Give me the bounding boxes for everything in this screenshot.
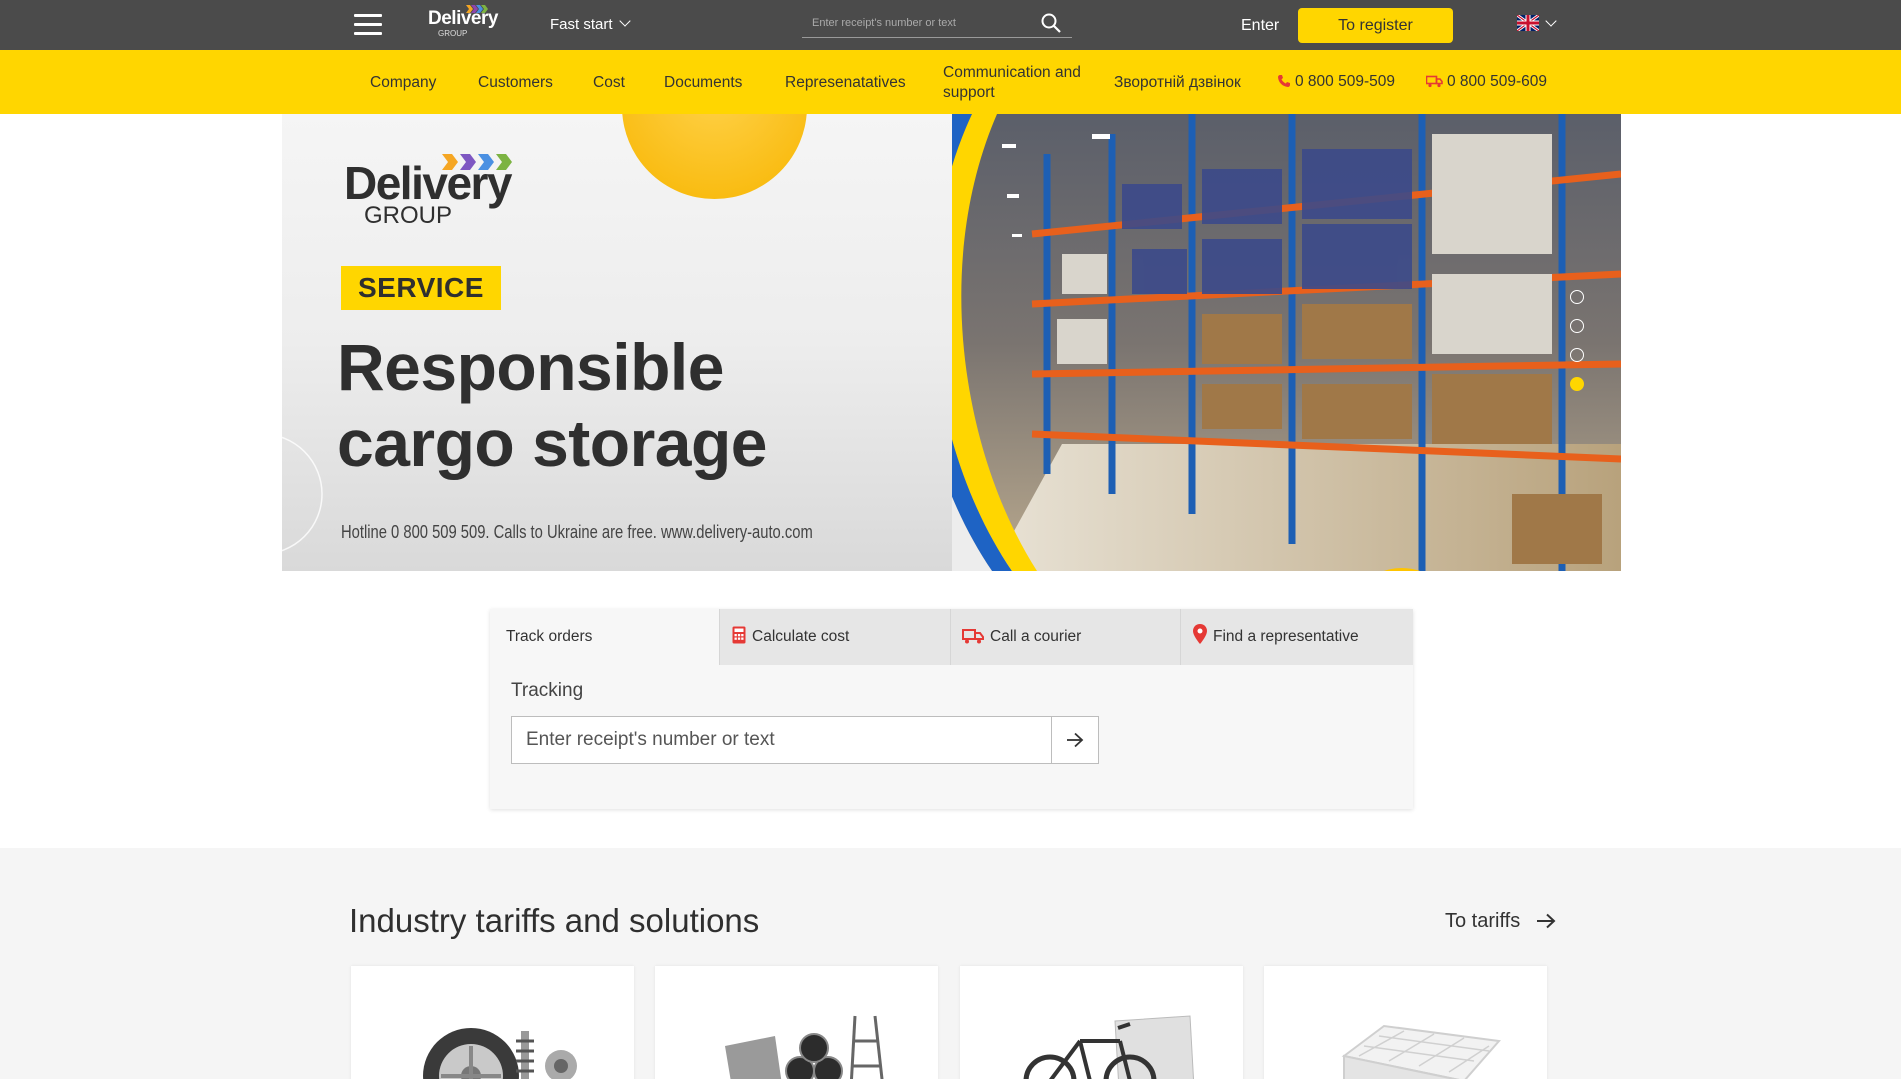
search-icon[interactable]	[1040, 12, 1062, 34]
phone-1-label: 0 800 509-509	[1295, 73, 1395, 90]
chevron-down-icon	[1545, 15, 1557, 27]
tab-track-orders-label: Track orders	[506, 628, 593, 645]
location-pin-icon	[1193, 624, 1207, 644]
industry-card-mattress[interactable]	[1264, 966, 1547, 1079]
nav-customers[interactable]: Customers	[478, 73, 553, 93]
tracking-submit-button[interactable]	[1051, 716, 1099, 764]
hero-title-line2: cargo storage	[337, 406, 767, 480]
hero-banner: Delivery GROUP SERVICE Responsible cargo…	[282, 114, 1621, 571]
register-button[interactable]: To register	[1298, 8, 1453, 43]
hero-title-line1: Responsible	[337, 330, 724, 404]
nav-company[interactable]: Company	[370, 73, 436, 93]
nav-documents[interactable]: Documents	[664, 73, 742, 93]
bicycle-furniture-icon	[1023, 1015, 1195, 1079]
hero-logo: Delivery GROUP	[344, 154, 513, 229]
industry-card-bicycle-furniture[interactable]	[960, 966, 1243, 1079]
tab-calculate-cost[interactable]: Calculate cost	[720, 609, 951, 665]
tab-calculate-cost-label: Calculate cost	[752, 628, 850, 645]
arrow-right-icon	[1067, 732, 1084, 748]
carousel-dot-3[interactable]	[1570, 348, 1584, 362]
decorative-sun	[622, 114, 807, 199]
tab-track-orders[interactable]: Track orders	[490, 609, 720, 665]
decorative-circle	[282, 436, 323, 552]
nav-communication-support[interactable]: Communication and support	[943, 63, 1083, 103]
menu-icon[interactable]	[354, 14, 382, 36]
carousel-dot-2[interactable]	[1570, 319, 1584, 333]
nav-phone-2[interactable]: 0 800 509-609	[1425, 73, 1547, 91]
fast-start-label: Fast start	[550, 16, 613, 33]
industry-title: Industry tariffs and solutions	[349, 902, 760, 939]
uk-flag-icon	[1516, 13, 1540, 33]
tracking-label: Tracking	[511, 680, 584, 701]
enter-link[interactable]: Enter	[1241, 17, 1279, 35]
tab-call-courier[interactable]: Call a courier	[951, 609, 1181, 665]
truck-icon	[962, 629, 984, 644]
header-logo[interactable]: Delivery GROUP	[428, 5, 498, 38]
carousel-dot-1[interactable]	[1570, 290, 1584, 304]
nav-callback[interactable]: Зворотній дзвінок	[1114, 73, 1241, 93]
tracking-input[interactable]	[511, 716, 1053, 764]
service-badge: SERVICE	[341, 266, 501, 310]
tab-call-courier-label: Call a courier	[990, 628, 1082, 645]
hero-logo-group: GROUP	[364, 202, 453, 229]
calculator-icon	[732, 626, 746, 644]
arrow-right-icon	[1536, 913, 1556, 929]
truck-icon	[1425, 75, 1443, 88]
nav-phone-1[interactable]: 0 800 509-509	[1277, 73, 1395, 91]
tracking-widget: Track orders Calculate cost Call a couri…	[490, 609, 1413, 809]
chevron-down-icon	[618, 15, 631, 27]
fast-start-dropdown[interactable]: Fast start	[550, 15, 631, 33]
industry-card-metal-pipes[interactable]	[655, 966, 938, 1079]
language-selector[interactable]	[1516, 13, 1557, 36]
nav-cost[interactable]: Cost	[593, 73, 625, 93]
top-bar: Delivery GROUP Fast start Enter To regis…	[0, 0, 1901, 50]
to-tariffs-link[interactable]: To tariffs	[1445, 910, 1556, 933]
warehouse-photo	[952, 114, 1621, 571]
header-search	[802, 10, 1072, 38]
tab-find-representative-label: Find a representative	[1213, 628, 1359, 645]
to-tariffs-label: To tariffs	[1445, 910, 1521, 932]
industry-card-auto-parts[interactable]	[351, 966, 634, 1079]
header-search-input[interactable]	[812, 17, 1032, 29]
main-nav: Company Customers Cost Documents Represe…	[0, 50, 1901, 114]
metal-pipes-icon	[725, 1015, 884, 1079]
hero-title: Responsible cargo storage	[337, 329, 767, 481]
logo-arrows-icon	[442, 154, 512, 170]
header-logo-sub: GROUP	[438, 29, 468, 38]
nav-representatives[interactable]: Represenatatives	[785, 73, 906, 93]
auto-parts-icon	[423, 1028, 577, 1079]
phone-2-label: 0 800 509-609	[1447, 73, 1547, 90]
widget-tabs: Track orders Calculate cost Call a couri…	[490, 609, 1413, 665]
logo-arrows-icon	[466, 5, 488, 13]
carousel-dot-4-active[interactable]	[1570, 377, 1584, 391]
hero-hotline: Hotline 0 800 509 509. Calls to Ukraine …	[341, 522, 813, 542]
phone-icon	[1278, 75, 1290, 87]
industry-section: Industry tariffs and solutions To tariff…	[0, 848, 1901, 1079]
mattress-icon	[1341, 1024, 1501, 1079]
tab-find-representative[interactable]: Find a representative	[1181, 609, 1413, 665]
